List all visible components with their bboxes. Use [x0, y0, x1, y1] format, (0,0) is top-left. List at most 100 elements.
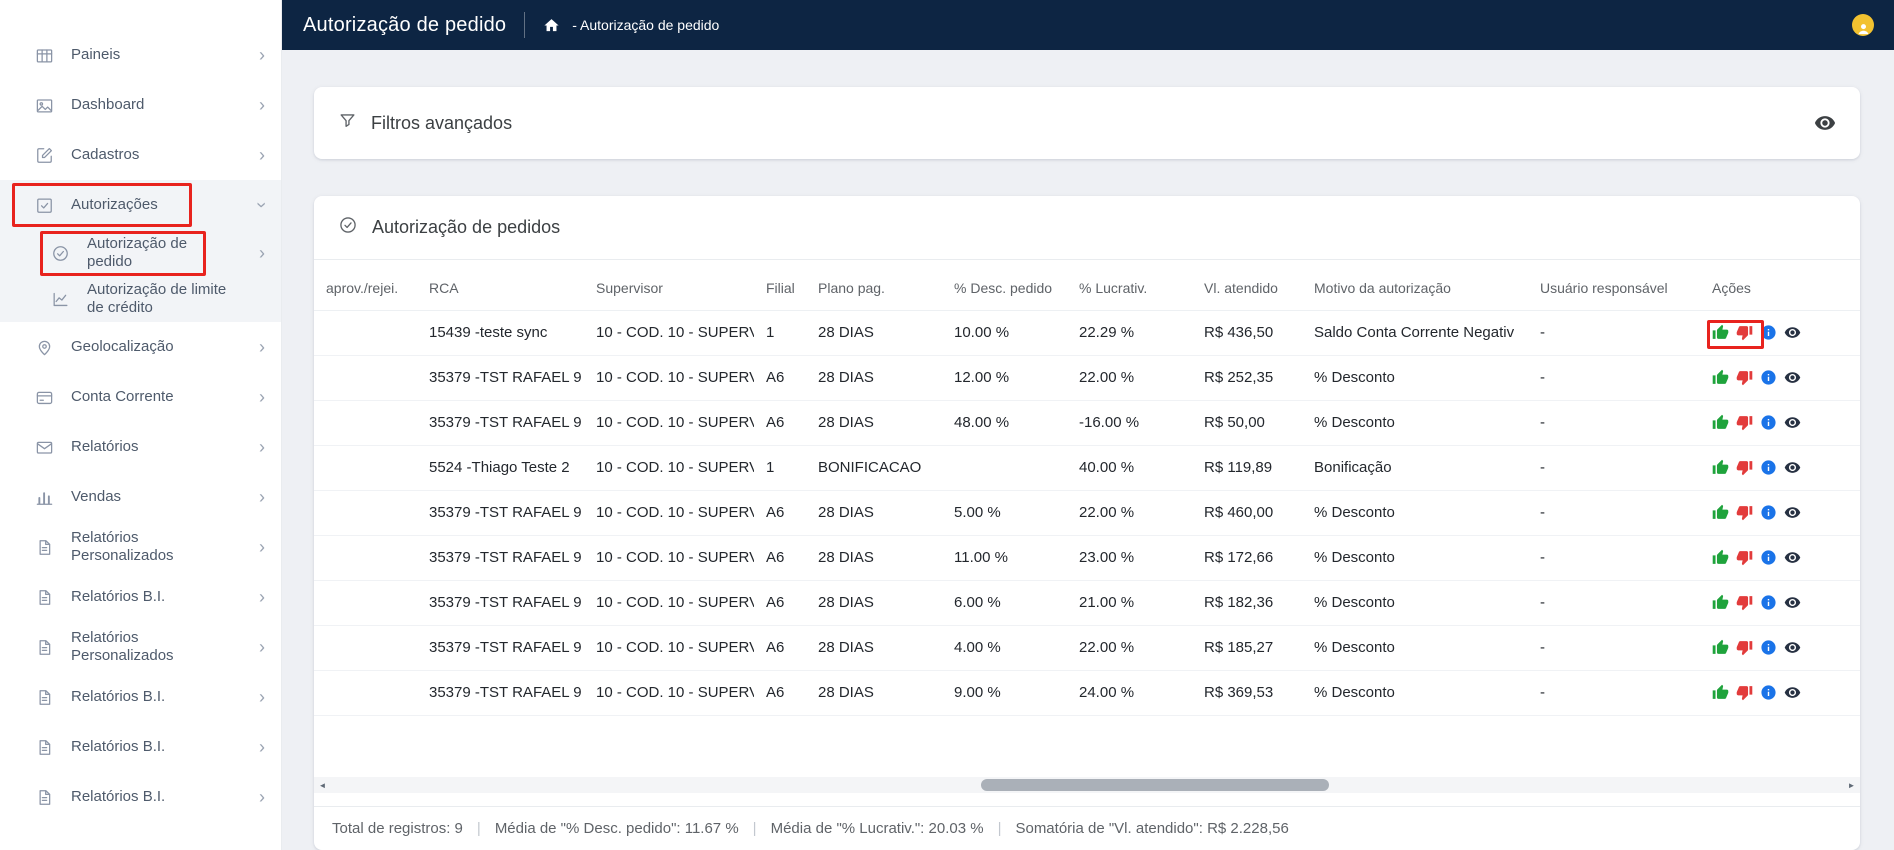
- scrollbar-thumb[interactable]: [981, 779, 1329, 791]
- cell-motivo: % Desconto: [1302, 580, 1528, 626]
- view-details-eye-button[interactable]: [1784, 324, 1801, 341]
- filter-funnel-icon: [338, 111, 357, 135]
- approve-thumbs-up-button[interactable]: [1712, 549, 1729, 566]
- cell-rca: 35379 -TST RAFAEL 9: [417, 535, 584, 581]
- toggle-visibility-eye-icon[interactable]: [1814, 112, 1836, 134]
- sidebar-item-relatorios-bi-2[interactable]: Relatórios B.I. ›: [0, 672, 281, 722]
- reject-thumbs-down-button[interactable]: [1736, 549, 1753, 566]
- view-details-eye-button[interactable]: [1784, 684, 1801, 701]
- sidebar-item-autorizacao-de-limite-de-credito[interactable]: Autorização de limite de crédito: [0, 276, 281, 322]
- info-button[interactable]: [1760, 369, 1777, 386]
- cell-usuario: -: [1528, 535, 1700, 581]
- breadcrumb: - Autorização de pedido: [572, 17, 720, 33]
- sidebar-item-relatorios-bi-4[interactable]: Relatórios B.I. ›: [0, 772, 281, 822]
- cell-vl: R$ 172,66: [1192, 535, 1302, 581]
- view-details-eye-button[interactable]: [1784, 414, 1801, 431]
- sidebar-item-relatorios[interactable]: Relatórios ›: [0, 422, 281, 472]
- info-button[interactable]: [1760, 639, 1777, 656]
- cell-date: [314, 445, 417, 491]
- table-summary-footer: Total de registros: 9 | Média de "% Desc. …: [314, 806, 1860, 850]
- cell-actions: [1700, 445, 1860, 491]
- cell-supervisor: 10 - COD. 10 - SUPERV: [584, 670, 754, 716]
- sidebar-item-relatorios-personalizados[interactable]: Relatórios Personalizados ›: [0, 522, 281, 572]
- approve-thumbs-up-button[interactable]: [1712, 684, 1729, 701]
- cell-supervisor: 10 - COD. 10 - SUPERV: [584, 490, 754, 536]
- chevron-right-icon: ›: [259, 687, 265, 707]
- reject-thumbs-down-button[interactable]: [1736, 504, 1753, 521]
- info-button[interactable]: [1760, 414, 1777, 431]
- reject-thumbs-down-button[interactable]: [1736, 324, 1753, 341]
- reject-thumbs-down-button[interactable]: [1736, 594, 1753, 611]
- info-button[interactable]: [1760, 684, 1777, 701]
- info-button[interactable]: [1760, 324, 1777, 341]
- dashboard-icon: [34, 95, 55, 116]
- reject-thumbs-down-button[interactable]: [1736, 414, 1753, 431]
- approve-thumbs-up-button[interactable]: [1712, 369, 1729, 386]
- approve-thumbs-up-button[interactable]: [1712, 414, 1729, 431]
- horizontal-scrollbar[interactable]: ◄ ►: [314, 777, 1860, 793]
- cell-supervisor: 10 - COD. 10 - SUPERV: [584, 625, 754, 671]
- table-header-row: aprov./rejei. RCA Supervisor Filial Plano pa…: [314, 266, 1860, 311]
- approve-thumbs-up-button[interactable]: [1712, 594, 1729, 611]
- cell-date: [314, 310, 417, 356]
- approve-thumbs-up-button[interactable]: [1712, 459, 1729, 476]
- scroll-right-icon[interactable]: ►: [1843, 777, 1860, 793]
- scrollbar-track[interactable]: [331, 777, 1843, 793]
- info-button[interactable]: [1760, 504, 1777, 521]
- scroll-left-icon[interactable]: ◄: [314, 777, 331, 793]
- view-details-eye-button[interactable]: [1784, 549, 1801, 566]
- approve-thumbs-up-button[interactable]: [1712, 504, 1729, 521]
- reject-thumbs-down-button[interactable]: [1736, 459, 1753, 476]
- approve-thumbs-up-button[interactable]: [1712, 639, 1729, 656]
- cell-vl: R$ 119,89: [1192, 445, 1302, 491]
- footer-separator: |: [476, 820, 481, 837]
- cell-supervisor: 10 - COD. 10 - SUPERV: [584, 535, 754, 581]
- chevron-right-icon: ›: [259, 145, 265, 165]
- reject-thumbs-down-button[interactable]: [1736, 639, 1753, 656]
- view-details-eye-button[interactable]: [1784, 459, 1801, 476]
- sidebar-item-conta-corrente[interactable]: Conta Corrente ›: [0, 372, 281, 422]
- sidebar-item-relatorios-bi[interactable]: Relatórios B.I. ›: [0, 572, 281, 622]
- sidebar-item-geolocalizacao[interactable]: Geolocalização ›: [0, 322, 281, 372]
- view-details-eye-button[interactable]: [1784, 504, 1801, 521]
- view-details-eye-button[interactable]: [1784, 594, 1801, 611]
- cell-motivo: % Desconto: [1302, 625, 1528, 671]
- table-row: 35379 -TST RAFAEL 9 10 - COD. 10 - SUPERV…: [314, 670, 1860, 716]
- sidebar-item-label: Conta Corrente: [71, 387, 174, 405]
- sidebar-item-cadastros[interactable]: Cadastros ›: [0, 130, 281, 180]
- cell-vl: R$ 436,50: [1192, 310, 1302, 356]
- sidebar-item-vendas[interactable]: Vendas ›: [0, 472, 281, 522]
- view-details-eye-button[interactable]: [1784, 639, 1801, 656]
- sidebar-item-paineis[interactable]: Paineis ›: [0, 30, 281, 80]
- sidebar-item-relatorios-personalizados-2[interactable]: Relatórios Personalizados ›: [0, 622, 281, 672]
- reject-thumbs-down-button[interactable]: [1736, 369, 1753, 386]
- info-button[interactable]: [1760, 594, 1777, 611]
- chevron-right-icon: ›: [259, 243, 265, 263]
- cell-desc: 48.00 %: [942, 400, 1067, 446]
- cell-actions: [1700, 490, 1860, 536]
- cell-rca: 15439 -teste sync: [417, 310, 584, 356]
- reject-thumbs-down-button[interactable]: [1736, 684, 1753, 701]
- column-header: aprov./rejei.: [314, 266, 417, 311]
- header-divider: [524, 12, 526, 38]
- sidebar-item-autorizacao-de-pedido[interactable]: Autorização de pedido ›: [0, 230, 281, 276]
- advanced-filters-card[interactable]: Filtros avançados: [314, 87, 1860, 159]
- sidebar-item-autorizacoes[interactable]: Autorizações ›: [0, 180, 281, 230]
- cell-actions: [1700, 355, 1860, 401]
- sidebar-item-dashboard[interactable]: Dashboard ›: [0, 80, 281, 130]
- info-button[interactable]: [1760, 459, 1777, 476]
- cell-vl: R$ 185,27: [1192, 625, 1302, 671]
- user-avatar[interactable]: [1852, 14, 1874, 36]
- view-details-eye-button[interactable]: [1784, 369, 1801, 386]
- cell-motivo: % Desconto: [1302, 355, 1528, 401]
- card-header: Autorização de pedidos: [314, 196, 1860, 260]
- cell-rca: 35379 -TST RAFAEL 9: [417, 355, 584, 401]
- cell-plano: 28 DIAS: [806, 400, 942, 446]
- column-header: % Lucrativ.: [1067, 266, 1192, 311]
- cell-desc: [942, 445, 1067, 491]
- info-button[interactable]: [1760, 549, 1777, 566]
- chevron-right-icon: ›: [259, 637, 265, 657]
- home-icon[interactable]: [543, 17, 560, 34]
- approve-thumbs-up-button[interactable]: [1712, 324, 1729, 341]
- sidebar-item-relatorios-bi-3[interactable]: Relatórios B.I. ›: [0, 722, 281, 772]
